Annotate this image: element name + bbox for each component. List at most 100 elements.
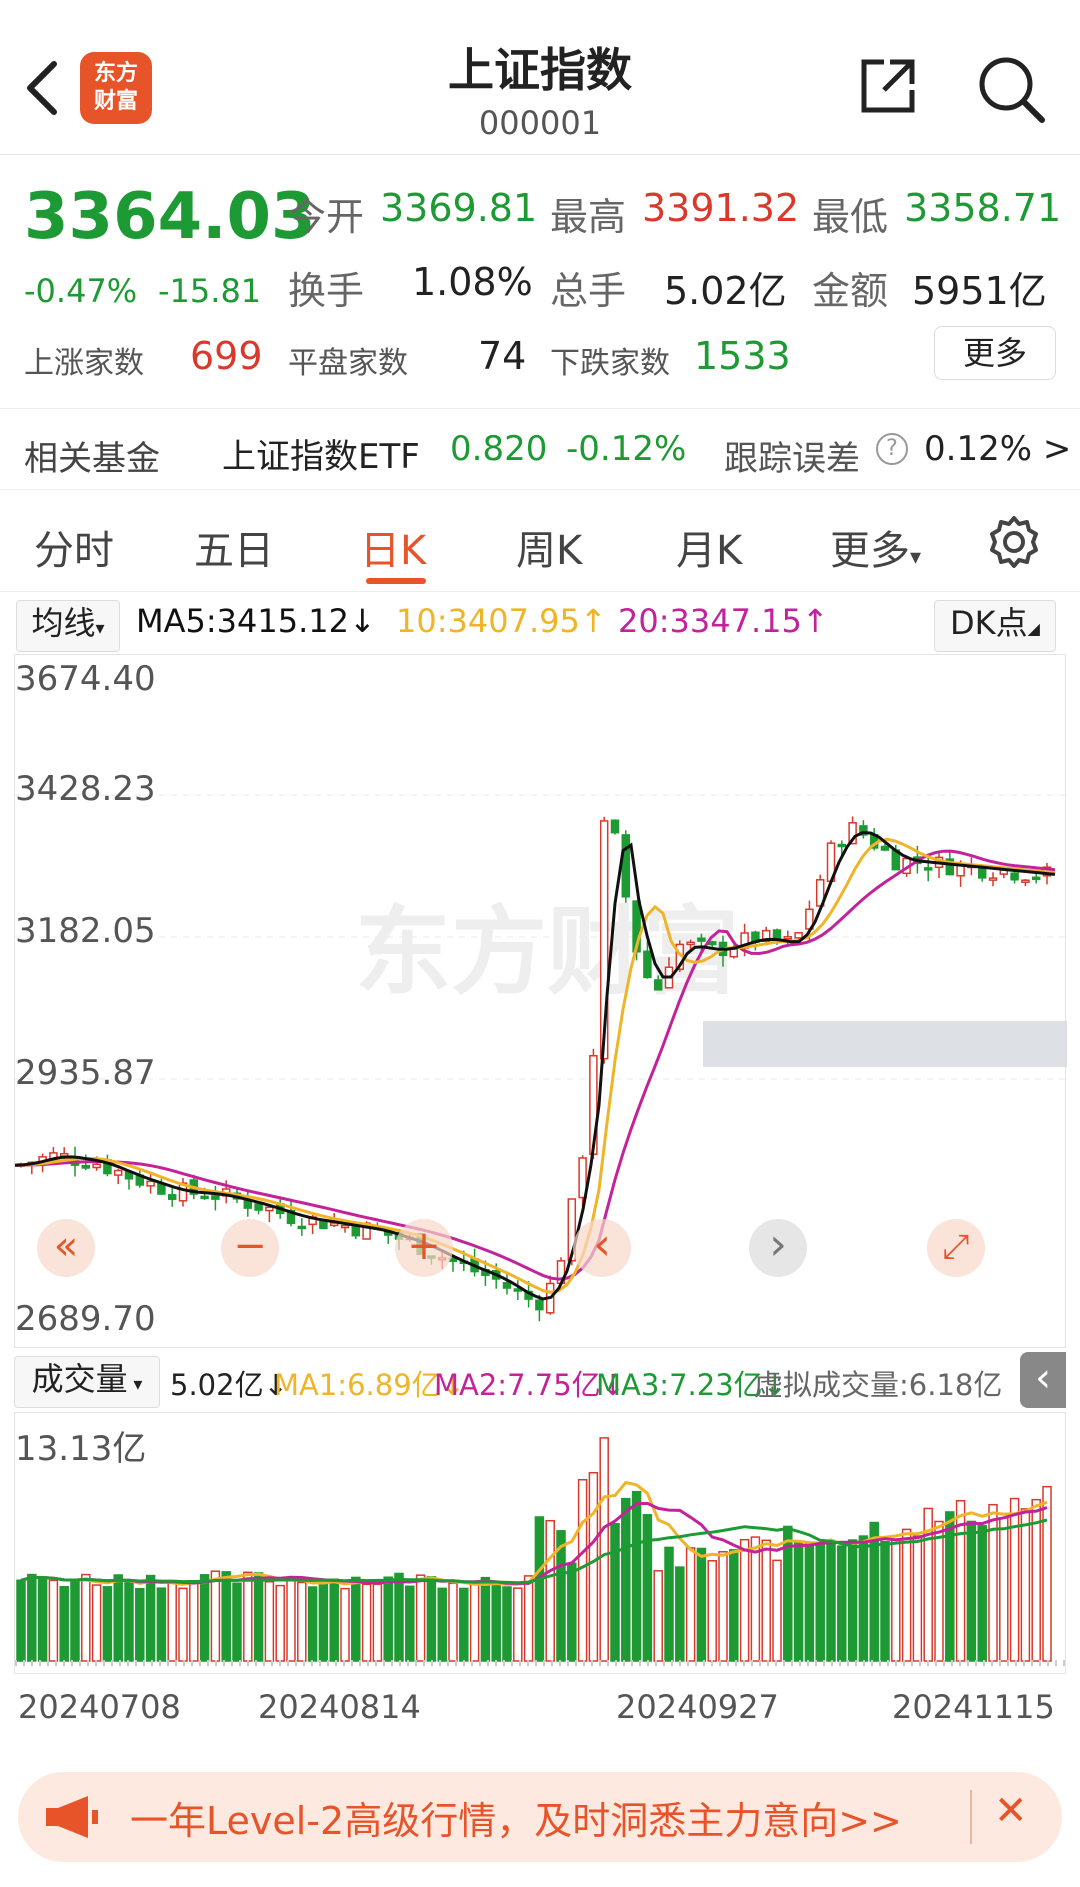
tab-daily-k[interactable]: 日K	[360, 518, 426, 576]
volume-bar	[469, 1583, 480, 1662]
volume-bar	[135, 1587, 145, 1662]
tracking-error-value: 0.12% >	[924, 429, 1072, 469]
volume-bar	[307, 1586, 318, 1662]
volume-bar	[631, 1490, 642, 1662]
volume-bar	[588, 1471, 599, 1662]
settings-gear-icon[interactable]	[986, 514, 1042, 570]
volume-bar	[599, 1437, 609, 1662]
candles	[16, 816, 1052, 1322]
dk-point-button[interactable]: DK点◢	[934, 600, 1056, 652]
candle-body	[837, 843, 847, 848]
low-label: 最低	[812, 195, 889, 239]
candle-body	[977, 867, 987, 879]
volume-bar	[37, 1576, 48, 1662]
candle-body	[1010, 872, 1019, 881]
volume-bar	[826, 1543, 836, 1662]
dk-range-band	[703, 1021, 1067, 1067]
volume-bar	[329, 1578, 339, 1662]
volume-bar	[685, 1547, 696, 1662]
candlestick-svg: 东方财富	[14, 794, 1067, 1322]
candle-body	[697, 937, 706, 942]
share-icon[interactable]	[858, 56, 918, 116]
related-fund-row[interactable]: 相关基金 上证指数ETF 0.820 -0.12% 跟踪误差 ? 0.12% >	[0, 408, 1080, 490]
open-label: 今开	[288, 195, 365, 239]
volume-selector[interactable]: 成交量 ▾	[14, 1356, 160, 1408]
volume-bar	[415, 1574, 426, 1662]
volume-bar	[1042, 1485, 1052, 1662]
high-label: 最高	[550, 195, 627, 239]
candle-body	[265, 1206, 274, 1212]
volume-bar	[739, 1538, 750, 1662]
prev-button[interactable]: ‹	[573, 1219, 631, 1277]
candle-body	[610, 819, 620, 834]
volume-bar	[642, 1514, 653, 1662]
volume-bar	[577, 1478, 588, 1662]
ad-divider	[970, 1790, 972, 1844]
fund-pct: -0.12%	[566, 429, 687, 469]
search-icon[interactable]	[976, 54, 1046, 124]
help-icon[interactable]: ?	[876, 433, 908, 465]
more-button[interactable]: 更多	[934, 326, 1056, 380]
volume-bar	[372, 1583, 383, 1662]
candlestick-chart[interactable]: 东方财富 3674.40 3428.23 3182.05 2935.87 268…	[14, 654, 1067, 1348]
candle-body	[351, 1226, 361, 1237]
candle-body	[340, 1224, 350, 1229]
candle-body	[167, 1194, 177, 1200]
tab-five-day[interactable]: 五日	[194, 518, 274, 576]
tab-intraday[interactable]: 分时	[34, 518, 114, 576]
fullscreen-button[interactable]: ⤢	[927, 1219, 985, 1277]
candle-body	[880, 845, 890, 851]
volume-bar	[361, 1583, 372, 1662]
volume-bar	[210, 1570, 221, 1662]
volume-bar	[502, 1586, 512, 1662]
volume-bar	[297, 1581, 307, 1662]
volume-bar	[999, 1517, 1009, 1662]
volume-bar	[934, 1520, 944, 1662]
volume-bar	[394, 1572, 404, 1662]
candle-body	[157, 1183, 166, 1195]
collapse-tab-icon[interactable]: ‹	[1020, 1352, 1066, 1408]
ma-selector[interactable]: 均线▾	[16, 600, 120, 652]
tab-more[interactable]: 更多▾	[830, 518, 921, 576]
tracking-error-label: 跟踪误差	[724, 439, 860, 479]
high-value: 3391.32	[642, 186, 800, 230]
volume-bar	[340, 1587, 350, 1662]
down-count: 1533	[694, 334, 791, 378]
virtual-volume: 虚拟成交量:6.18亿	[754, 1368, 1003, 1402]
volume-bar	[480, 1576, 491, 1662]
candle-body	[643, 950, 652, 979]
level2-ad-banner[interactable]: 一年Level-2高级行情，及时洞悉主力意向>> ✕	[18, 1772, 1062, 1862]
candle-body	[211, 1195, 220, 1200]
volume-bar	[815, 1541, 825, 1662]
volume-bar	[491, 1583, 501, 1662]
candle-body	[686, 941, 695, 946]
candle-body	[319, 1220, 328, 1230]
volume-bar	[48, 1579, 59, 1662]
ma5-value: MA5:3415.12↓	[136, 602, 376, 640]
volume-value: 5.02亿↓	[170, 1368, 288, 1402]
zoom-in-button[interactable]: +	[395, 1219, 453, 1277]
candle-body	[783, 936, 793, 940]
volume-bar	[729, 1549, 739, 1662]
volume-bar	[707, 1560, 717, 1662]
volume-bar	[253, 1572, 264, 1662]
candle-body	[923, 867, 933, 871]
volume-bar	[264, 1580, 275, 1662]
candle-body	[535, 1299, 544, 1311]
next-button[interactable]: ›	[749, 1219, 807, 1277]
volume-chart[interactable]: 13.13亿	[14, 1412, 1067, 1674]
close-icon[interactable]: ✕	[994, 1788, 1028, 1834]
tab-weekly-k[interactable]: 周K	[516, 518, 582, 576]
fast-back-button[interactable]: «	[37, 1219, 95, 1277]
candle-body	[621, 834, 631, 898]
candle-body	[113, 1169, 123, 1176]
volume-bar	[405, 1585, 415, 1662]
volume-bar	[113, 1574, 123, 1662]
x-label-3: 20240927	[616, 1688, 779, 1726]
volume-bar	[91, 1584, 102, 1662]
tab-monthly-k[interactable]: 月K	[676, 518, 742, 576]
volume-bar	[232, 1582, 242, 1662]
volume-bar	[189, 1580, 199, 1662]
fund-name: 上证指数ETF	[222, 437, 420, 477]
zoom-out-button[interactable]: −	[221, 1219, 279, 1277]
